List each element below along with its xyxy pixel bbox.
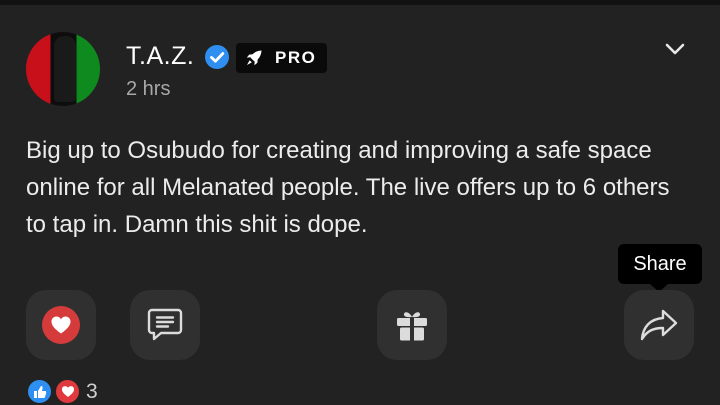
verified-icon xyxy=(205,45,229,69)
like-button[interactable] xyxy=(26,290,96,360)
gift-icon xyxy=(397,312,427,341)
avatar[interactable] xyxy=(26,32,100,106)
heart-icon xyxy=(61,386,74,397)
share-tooltip: Share xyxy=(618,244,702,284)
pro-badge: PRO xyxy=(236,43,327,73)
gift-button[interactable] xyxy=(377,290,447,360)
reaction-like-badge xyxy=(26,378,53,405)
share-icon xyxy=(640,309,678,341)
avatar-figure xyxy=(54,36,76,102)
chevron-down-icon[interactable] xyxy=(664,42,686,58)
comment-icon xyxy=(147,308,183,341)
top-bar xyxy=(0,0,720,5)
heart-icon xyxy=(51,316,71,334)
reaction-count: 3 xyxy=(86,380,98,403)
comment-button[interactable] xyxy=(130,290,200,360)
rocket-icon xyxy=(246,50,262,66)
thumbs-up-icon xyxy=(33,385,46,398)
reaction-love-badge xyxy=(54,378,81,405)
post-body: Big up to Osubudo for creating and impro… xyxy=(26,137,670,238)
author-name[interactable]: T.A.Z. xyxy=(126,42,194,71)
like-circle xyxy=(42,306,80,344)
share-button[interactable] xyxy=(624,290,694,360)
post-timestamp[interactable]: 2 hrs xyxy=(126,78,170,101)
pro-label: PRO xyxy=(275,48,317,67)
